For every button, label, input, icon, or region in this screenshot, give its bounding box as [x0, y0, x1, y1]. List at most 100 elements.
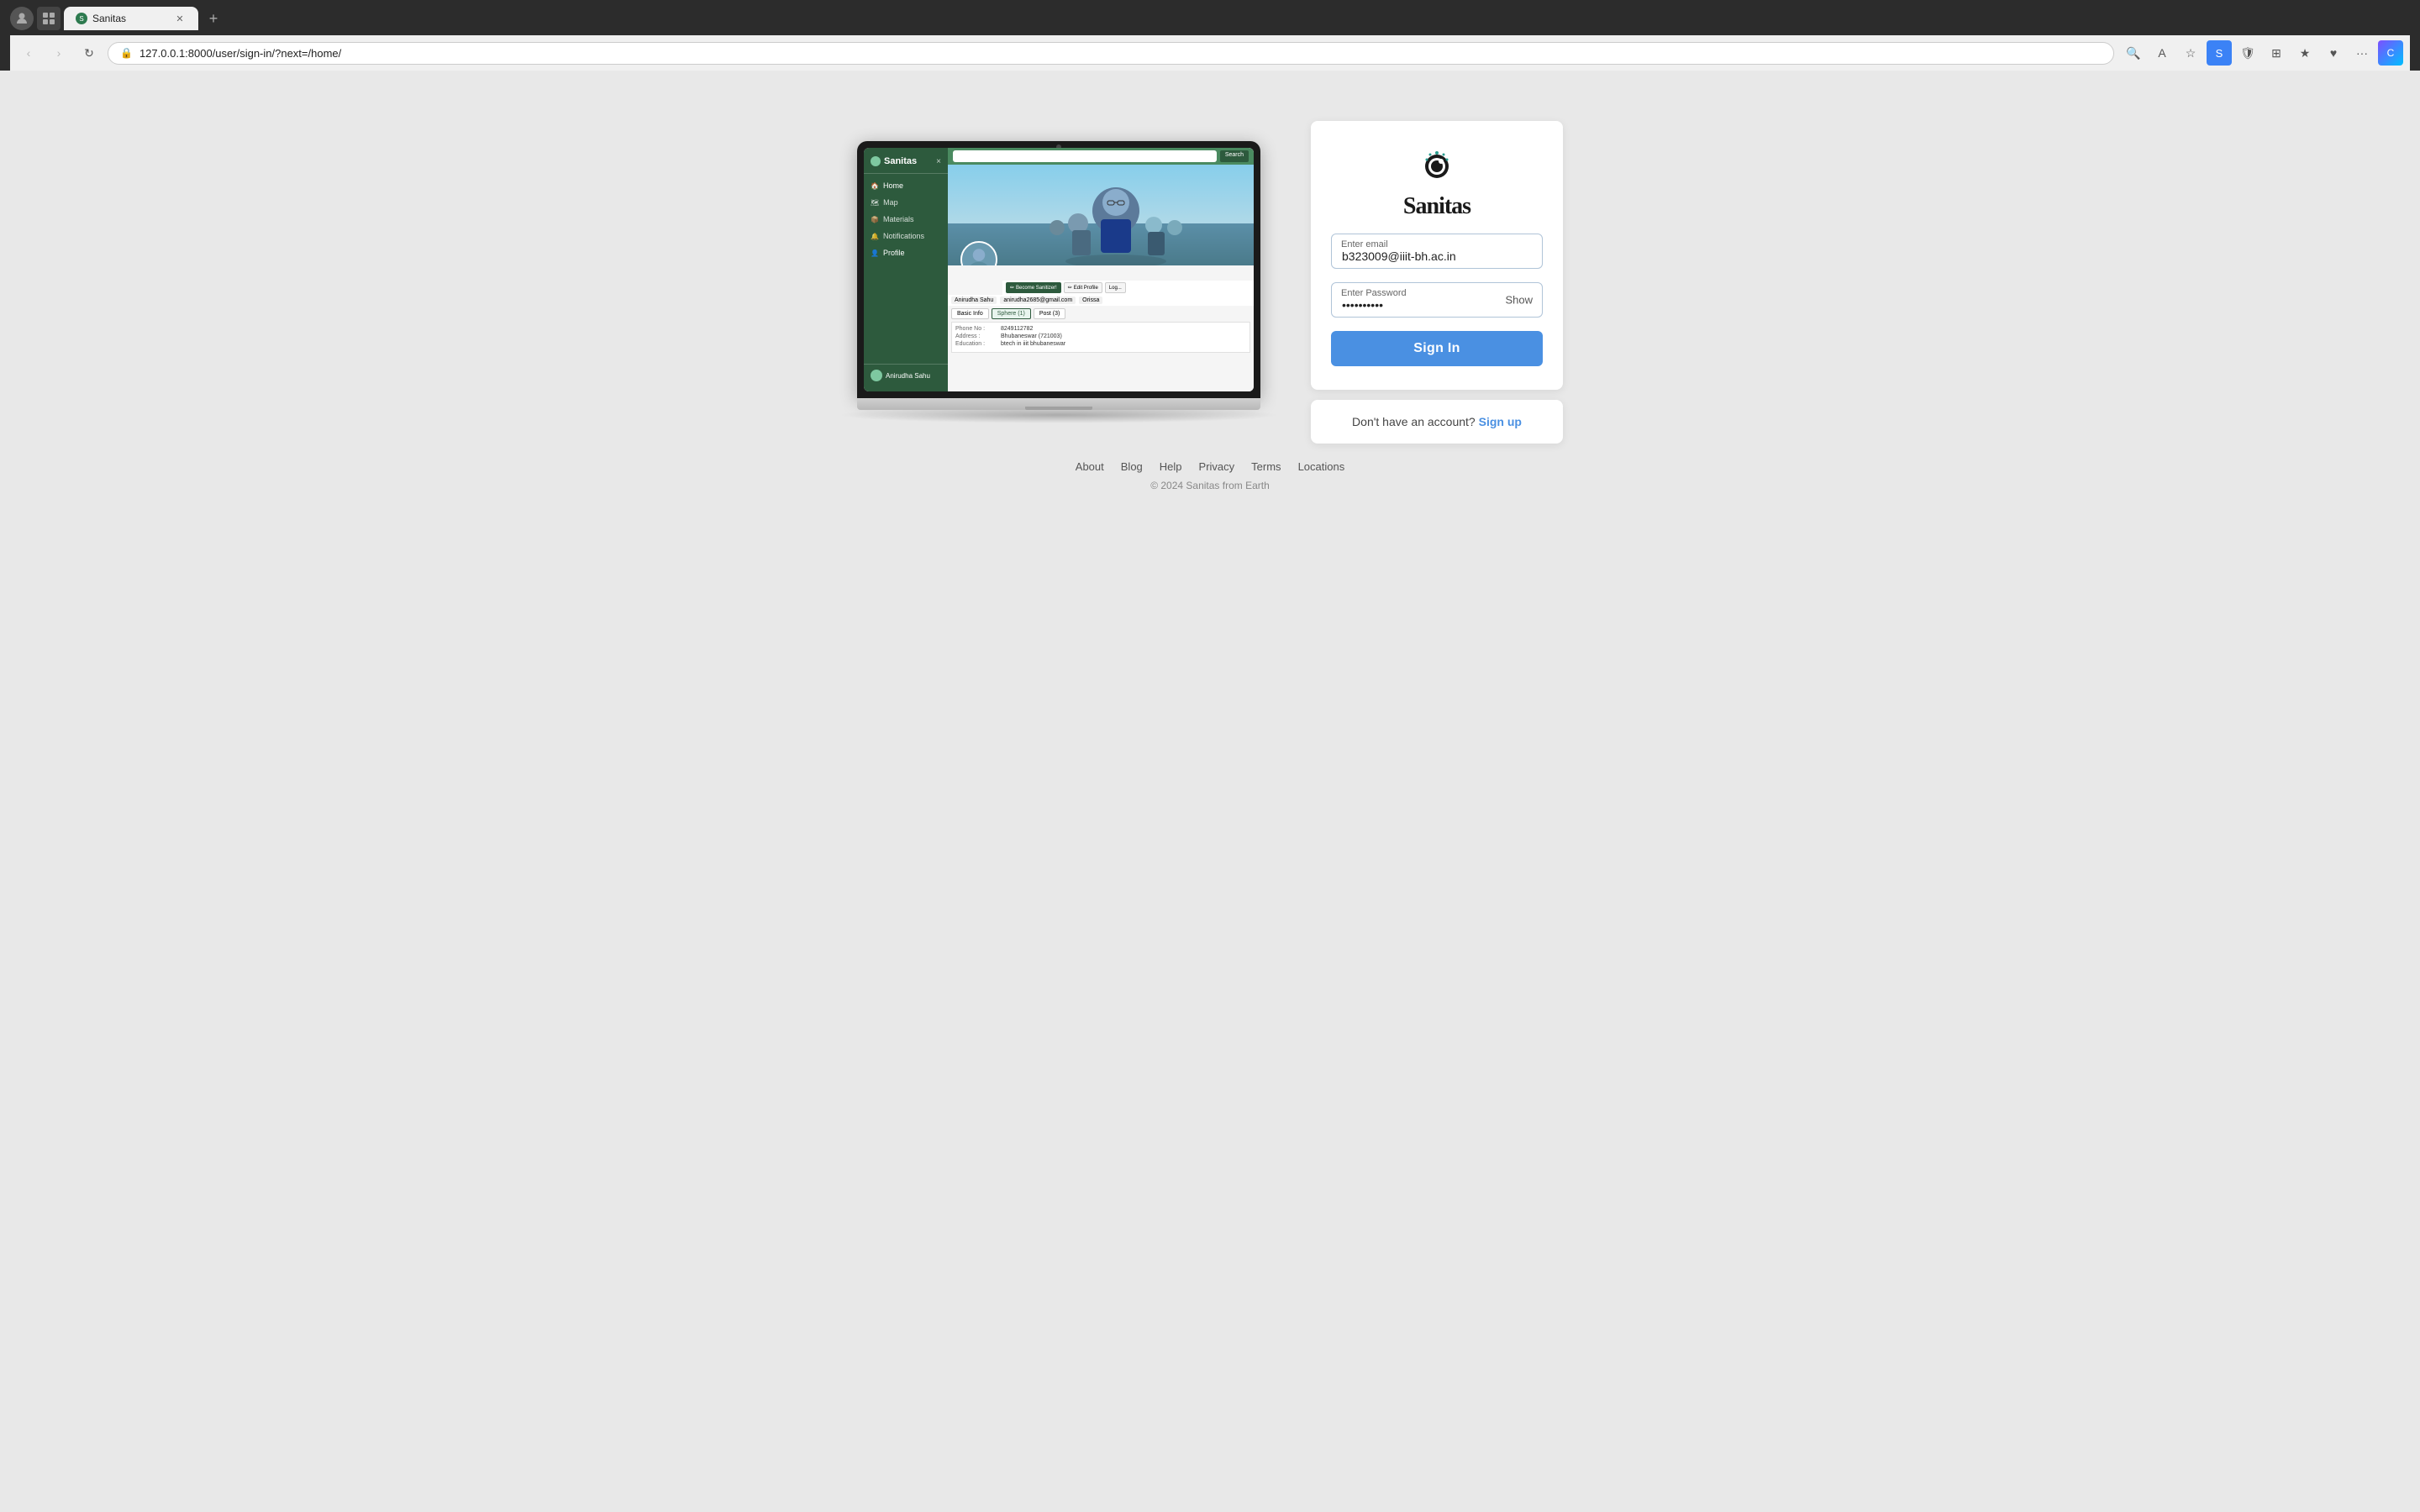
- sidebar-logo: [871, 156, 881, 166]
- sidebar-item-map[interactable]: 🗺 Map: [864, 194, 948, 211]
- phone-value: 8249112782: [1001, 326, 1033, 332]
- tab-close-button[interactable]: ✕: [173, 12, 187, 25]
- back-button[interactable]: ‹: [17, 41, 40, 65]
- no-account-text: Don't have an account?: [1352, 415, 1476, 428]
- phone-row: Phone No : 8249112782: [955, 326, 1246, 332]
- profile-icon[interactable]: [10, 7, 34, 30]
- favorites-icon[interactable]: ☆: [2178, 40, 2203, 66]
- app-search-button[interactable]: Search: [1220, 150, 1249, 162]
- email-input[interactable]: [1331, 234, 1543, 269]
- copilot-icon[interactable]: C: [2378, 40, 2403, 66]
- app-search-bar: Search: [948, 148, 1254, 165]
- footer-username: Anirudha Sahu: [886, 372, 930, 380]
- footer-link-blog[interactable]: Blog: [1121, 460, 1143, 473]
- sidebar-item-materials[interactable]: 📦 Materials: [864, 211, 948, 228]
- forward-button[interactable]: ›: [47, 41, 71, 65]
- sidebar-item-home[interactable]: 🏠 Home: [864, 177, 948, 194]
- laptop-base: [857, 398, 1260, 410]
- footer-links: About Blog Help Privacy Terms Locations: [1076, 460, 1344, 473]
- app-main-content: Search: [948, 148, 1254, 391]
- password-form-group: Enter Password Show: [1331, 282, 1543, 318]
- shield-icon[interactable]: 🛡: [2235, 40, 2260, 66]
- footer-avatar: [871, 370, 882, 381]
- browser-chrome: S Sanitas ✕ + ‹ › ↻ 🔒 127.0.0.1:8000/use…: [0, 0, 2420, 71]
- basic-info-tab[interactable]: Basic Info: [951, 308, 989, 319]
- show-password-button[interactable]: Show: [1505, 294, 1533, 307]
- education-label: Education :: [955, 341, 997, 347]
- education-row: Education : btech in iiit bhubaneswar: [955, 341, 1246, 347]
- sign-up-link[interactable]: Sign up: [1479, 415, 1522, 428]
- edit-profile-button[interactable]: ✏ Edit Profile: [1064, 282, 1102, 293]
- security-icon: 🔒: [120, 47, 133, 59]
- profile-location-chip: Orissa: [1079, 297, 1102, 304]
- email-input-wrapper: Enter email: [1331, 234, 1543, 269]
- laptop-display: Sanitas × 🏠 Home 🗺 Map 📦: [864, 148, 1254, 391]
- more-icon[interactable]: ···: [2349, 40, 2375, 66]
- map-icon: 🗺: [871, 199, 879, 207]
- email-form-group: Enter email: [1331, 234, 1543, 269]
- toolbar-icons: 🔍 A ☆ S 🛡 ⊞ ★ ♥ ··· C: [2121, 40, 2403, 66]
- laptop-screen: Sanitas × 🏠 Home 🗺 Map 📦: [857, 141, 1260, 398]
- wallet-icon[interactable]: ♥: [2321, 40, 2346, 66]
- browser-toolbar: ‹ › ↻ 🔒 127.0.0.1:8000/user/sign-in/?nex…: [10, 35, 2410, 71]
- reload-button[interactable]: ↻: [77, 41, 101, 65]
- address-value: Bhubaneswar (721003): [1001, 333, 1062, 339]
- app-sidebar: Sanitas × 🏠 Home 🗺 Map 📦: [864, 148, 948, 391]
- materials-icon: 📦: [871, 216, 879, 223]
- extensions-icon[interactable]: [37, 7, 60, 30]
- profile-name-chip: Anirudha Sahu: [951, 297, 997, 304]
- collections-icon[interactable]: ★: [2292, 40, 2317, 66]
- extension-1-icon[interactable]: S: [2207, 40, 2232, 66]
- sidebar-app-title: Sanitas: [884, 156, 917, 166]
- sidebar-close-button[interactable]: ×: [936, 157, 941, 166]
- copyright-text: © 2024 Sanitas from Earth: [1076, 480, 1344, 491]
- sidebar-item-notifications[interactable]: 🔔 Notifications: [864, 228, 948, 244]
- profile-nav-icon: 👤: [871, 249, 879, 257]
- profile-hero-image: [948, 165, 1254, 265]
- new-tab-button[interactable]: +: [202, 7, 225, 30]
- page-content: Sanitas × 🏠 Home 🗺 Map 📦: [0, 71, 2420, 1512]
- footer-link-privacy[interactable]: Privacy: [1199, 460, 1235, 473]
- password-input-wrapper: Enter Password Show: [1331, 282, 1543, 318]
- reader-icon[interactable]: A: [2149, 40, 2175, 66]
- footer-link-about[interactable]: About: [1076, 460, 1104, 473]
- logo-text: Sanitas: [1403, 193, 1470, 220]
- address-bar[interactable]: 🔒 127.0.0.1:8000/user/sign-in/?next=/hom…: [108, 42, 2114, 65]
- sidebar-footer: Anirudha Sahu: [864, 364, 948, 386]
- logout-button[interactable]: Log...: [1105, 282, 1126, 293]
- sphere-tab[interactable]: Sphere (1): [992, 308, 1031, 319]
- post-tab[interactable]: Post (3): [1034, 308, 1066, 319]
- app-search-input[interactable]: [953, 150, 1217, 162]
- phone-label: Phone No :: [955, 326, 997, 332]
- page-footer: About Blog Help Privacy Terms Locations …: [1059, 444, 1361, 508]
- sidebar-item-profile[interactable]: 👤 Profile: [864, 244, 948, 261]
- sidebar-notifications-label: Notifications: [883, 232, 924, 240]
- tab-favicon: S: [76, 13, 87, 24]
- active-tab[interactable]: S Sanitas ✕: [64, 7, 198, 30]
- login-section: Sanitas Enter email Enter Password Show: [1311, 121, 1563, 444]
- become-sanitizer-button[interactable]: ✏ Become Sanitizer!: [1006, 282, 1061, 293]
- address-label: Address :: [955, 333, 997, 339]
- tab-groups-icon[interactable]: ⊞: [2264, 40, 2289, 66]
- browser-tabs: S Sanitas ✕ +: [10, 7, 2410, 30]
- main-container: Sanitas × 🏠 Home 🗺 Map 📦: [790, 121, 1630, 444]
- address-row: Address : Bhubaneswar (721003): [955, 333, 1246, 339]
- footer-link-terms[interactable]: Terms: [1251, 460, 1281, 473]
- login-card: Sanitas Enter email Enter Password Show: [1311, 121, 1563, 390]
- profile-details: Phone No : 8249112782 Address : Bhubanes…: [951, 322, 1250, 353]
- sidebar-home-label: Home: [883, 181, 903, 190]
- footer-link-locations[interactable]: Locations: [1298, 460, 1345, 473]
- profile-tabs: Basic Info Sphere (1) Post (3): [951, 308, 1250, 319]
- sidebar-map-label: Map: [883, 198, 898, 207]
- notifications-icon: 🔔: [871, 233, 879, 240]
- search-icon[interactable]: 🔍: [2121, 40, 2146, 66]
- home-icon: 🏠: [871, 182, 879, 190]
- profile-info-bar: Anirudha Sahu anirudha2685@gmail.com Ori…: [948, 295, 1254, 306]
- footer-link-help[interactable]: Help: [1160, 460, 1182, 473]
- sign-in-button[interactable]: Sign In: [1331, 331, 1543, 366]
- sidebar-materials-label: Materials: [883, 215, 914, 223]
- laptop-mockup: Sanitas × 🏠 Home 🗺 Map 📦: [857, 141, 1260, 423]
- tab-title: Sanitas: [92, 13, 126, 24]
- signup-card: Don't have an account? Sign up: [1311, 400, 1563, 444]
- logo-area: Sanitas: [1403, 144, 1470, 220]
